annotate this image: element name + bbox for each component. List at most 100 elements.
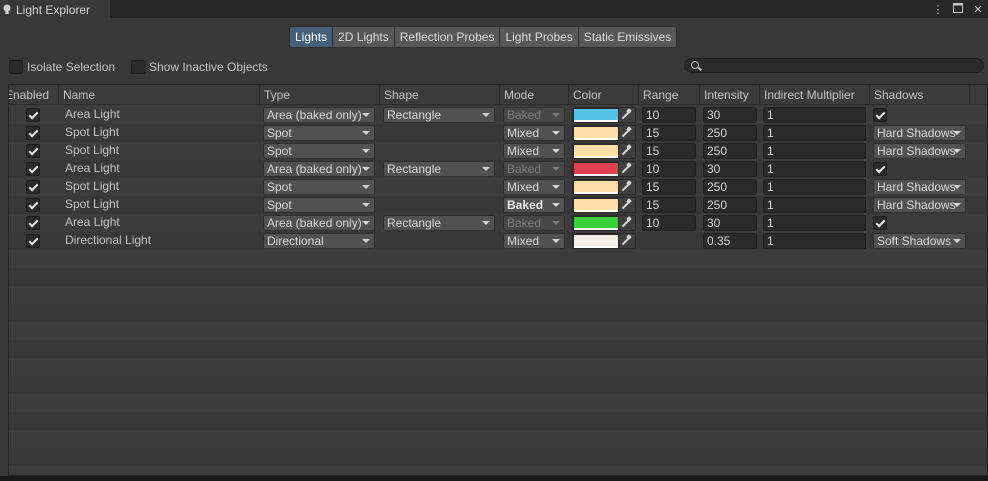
light-name[interactable]: Area Light — [63, 160, 258, 178]
indirect-multiplier-field[interactable]: 1 — [763, 215, 866, 231]
eyedropper-icon[interactable] — [618, 216, 635, 230]
col-enabled[interactable]: Enabled — [9, 85, 59, 105]
intensity-field[interactable]: 30 — [703, 107, 757, 123]
color-field[interactable] — [572, 197, 636, 213]
eyedropper-icon[interactable] — [618, 180, 635, 194]
mode-dropdown[interactable]: Mixed — [503, 125, 565, 141]
type-dropdown[interactable]: Spot — [263, 143, 375, 159]
color-field[interactable] — [572, 179, 636, 195]
color-field[interactable] — [572, 143, 636, 159]
shadows-dropdown[interactable]: Hard Shadows — [873, 143, 966, 159]
shadows-dropdown[interactable]: Hard Shadows — [873, 179, 966, 195]
light-name[interactable]: Directional Light — [63, 232, 258, 250]
shape-dropdown[interactable]: Rectangle — [383, 161, 495, 177]
shadows-checkbox[interactable] — [873, 216, 887, 230]
indirect-multiplier-field[interactable]: 1 — [763, 233, 866, 249]
type-dropdown[interactable]: Spot — [263, 197, 375, 213]
table-row[interactable]: Spot Light Spot Mixed 15 250 1 Hard Shadows — [9, 178, 987, 196]
eyedropper-icon[interactable] — [618, 162, 635, 176]
indirect-multiplier-field[interactable]: 1 — [763, 143, 866, 159]
shape-dropdown[interactable]: Rectangle — [383, 215, 495, 231]
more-icon[interactable]: ⋮ — [932, 3, 944, 16]
color-swatch[interactable] — [574, 235, 618, 246]
color-swatch[interactable] — [574, 181, 618, 192]
tab-static-emissives[interactable]: Static Emissives — [578, 26, 678, 48]
range-field[interactable]: 10 — [642, 161, 696, 177]
tab-light-probes[interactable]: Light Probes — [500, 26, 579, 48]
isolate-selection-checkbox[interactable] — [9, 60, 23, 74]
table-row[interactable]: Spot Light Spot Mixed 15 250 1 Hard Shadows — [9, 142, 987, 160]
enabled-checkbox[interactable] — [26, 162, 40, 176]
enabled-checkbox[interactable] — [26, 216, 40, 230]
shadows-dropdown[interactable]: Hard Shadows — [873, 197, 966, 213]
enabled-checkbox[interactable] — [26, 144, 40, 158]
color-swatch[interactable] — [574, 199, 618, 210]
eyedropper-icon[interactable] — [618, 126, 635, 140]
range-field[interactable]: 15 — [642, 197, 696, 213]
col-shadows[interactable]: Shadows — [870, 85, 970, 105]
color-field[interactable] — [572, 215, 636, 231]
col-indirect-multiplier[interactable]: Indirect Multiplier — [760, 85, 870, 105]
tab-lights[interactable]: Lights — [289, 26, 334, 48]
shadows-checkbox[interactable] — [873, 162, 887, 176]
color-swatch[interactable] — [574, 127, 618, 138]
color-field[interactable] — [572, 161, 636, 177]
mode-dropdown[interactable]: Baked — [503, 197, 565, 213]
range-field[interactable]: 10 — [642, 107, 696, 123]
mode-dropdown[interactable]: Mixed — [503, 233, 565, 249]
range-field[interactable]: 15 — [642, 125, 696, 141]
eyedropper-icon[interactable] — [618, 234, 635, 248]
intensity-field[interactable]: 250 — [703, 125, 757, 141]
enabled-checkbox[interactable] — [26, 126, 40, 140]
color-swatch[interactable] — [574, 163, 618, 174]
table-row[interactable]: Area Light Area (baked only) Rectangle Bake… — [9, 106, 987, 124]
color-field[interactable] — [572, 107, 636, 123]
col-type[interactable]: Type — [260, 85, 380, 105]
color-swatch[interactable] — [574, 145, 618, 156]
eyedropper-icon[interactable] — [618, 144, 635, 158]
light-name[interactable]: Spot Light — [63, 196, 258, 214]
color-field[interactable] — [572, 233, 636, 249]
col-range[interactable]: Range — [639, 85, 700, 105]
light-name[interactable]: Area Light — [63, 106, 258, 124]
maximize-icon[interactable] — [952, 2, 964, 16]
light-name[interactable]: Spot Light — [63, 124, 258, 142]
light-name[interactable]: Spot Light — [63, 142, 258, 160]
type-dropdown[interactable]: Area (baked only) — [263, 107, 375, 123]
mode-dropdown[interactable]: Mixed — [503, 143, 565, 159]
window-tab[interactable]: Light Explorer — [0, 0, 110, 18]
light-name[interactable]: Spot Light — [63, 178, 258, 196]
indirect-multiplier-field[interactable]: 1 — [763, 125, 866, 141]
color-field[interactable] — [572, 125, 636, 141]
color-swatch[interactable] — [574, 217, 618, 228]
show-inactive-checkbox[interactable] — [131, 60, 145, 74]
col-shape[interactable]: Shape — [380, 85, 500, 105]
range-field[interactable]: 10 — [642, 215, 696, 231]
indirect-multiplier-field[interactable]: 1 — [763, 197, 866, 213]
close-icon[interactable]: ✕ — [972, 3, 984, 16]
enabled-checkbox[interactable] — [26, 180, 40, 194]
type-dropdown[interactable]: Area (baked only) — [263, 161, 375, 177]
color-swatch[interactable] — [574, 109, 618, 120]
col-color[interactable]: Color — [569, 85, 639, 105]
col-mode[interactable]: Mode — [500, 85, 569, 105]
intensity-field[interactable]: 250 — [703, 179, 757, 195]
table-row[interactable]: Directional Light Directional Mixed 0.35 1 So… — [9, 232, 987, 250]
search-input[interactable] — [684, 58, 984, 73]
range-field[interactable]: 15 — [642, 179, 696, 195]
enabled-checkbox[interactable] — [26, 234, 40, 248]
enabled-checkbox[interactable] — [26, 108, 40, 122]
show-inactive-option[interactable]: Show Inactive Objects — [131, 60, 268, 74]
tab-2d-lights[interactable]: 2D Lights — [333, 26, 395, 48]
enabled-checkbox[interactable] — [26, 198, 40, 212]
shadows-dropdown[interactable]: Soft Shadows — [873, 233, 966, 249]
intensity-field[interactable]: 30 — [703, 161, 757, 177]
shadows-dropdown[interactable]: Hard Shadows — [873, 125, 966, 141]
eyedropper-icon[interactable] — [618, 108, 635, 122]
col-intensity[interactable]: Intensity — [700, 85, 760, 105]
intensity-field[interactable]: 0.35 — [703, 233, 757, 249]
type-dropdown[interactable]: Spot — [263, 125, 375, 141]
shadows-checkbox[interactable] — [873, 108, 887, 122]
range-field[interactable]: 15 — [642, 143, 696, 159]
isolate-selection-option[interactable]: Isolate Selection — [9, 60, 115, 74]
